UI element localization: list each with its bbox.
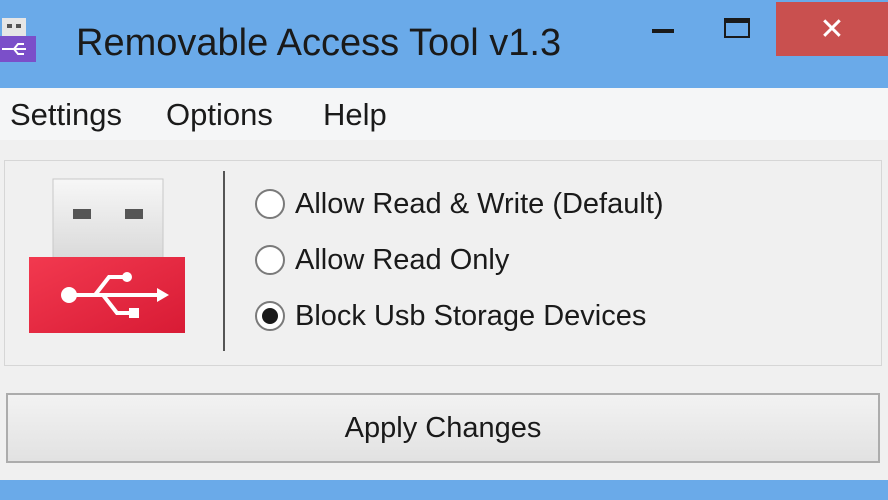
option-read-write[interactable]: Allow Read & Write (Default) xyxy=(255,185,664,223)
app-usb-icon xyxy=(0,18,36,62)
window-title: Removable Access Tool v1.3 xyxy=(76,22,562,64)
radio-block-usb[interactable] xyxy=(255,301,285,331)
option-read-only[interactable]: Allow Read Only xyxy=(255,241,509,279)
menu-bar: Settings Options Help xyxy=(0,88,888,141)
option-block-usb[interactable]: Block Usb Storage Devices xyxy=(255,297,646,335)
radio-selected-dot xyxy=(262,308,278,324)
close-icon: ✕ xyxy=(819,11,845,47)
maximize-button[interactable] xyxy=(706,2,768,56)
radio-read-only[interactable] xyxy=(255,245,285,275)
usb-drive-icon xyxy=(29,178,185,333)
close-button[interactable]: ✕ xyxy=(776,2,888,56)
option-label: Allow Read Only xyxy=(295,243,510,276)
minimize-button[interactable] xyxy=(632,2,694,56)
menu-help[interactable]: Help xyxy=(323,96,387,134)
client-area: Allow Read & Write (Default) Allow Read … xyxy=(0,140,888,480)
menu-settings[interactable]: Settings xyxy=(10,96,122,134)
access-mode-group: Allow Read & Write (Default) Allow Read … xyxy=(4,160,882,366)
app-window: Removable Access Tool v1.3 ✕ Settings Op… xyxy=(0,0,888,500)
radio-read-write[interactable] xyxy=(255,189,285,219)
maximize-icon xyxy=(724,18,750,38)
apply-changes-button[interactable]: Apply Changes xyxy=(6,393,880,463)
group-divider xyxy=(223,171,225,351)
title-bar[interactable]: Removable Access Tool v1.3 ✕ xyxy=(0,0,888,88)
option-label: Allow Read & Write (Default) xyxy=(295,187,664,220)
minimize-icon xyxy=(652,29,674,33)
window-bottom-border xyxy=(0,480,888,500)
option-label: Block Usb Storage Devices xyxy=(295,299,647,332)
menu-options[interactable]: Options xyxy=(166,96,273,134)
